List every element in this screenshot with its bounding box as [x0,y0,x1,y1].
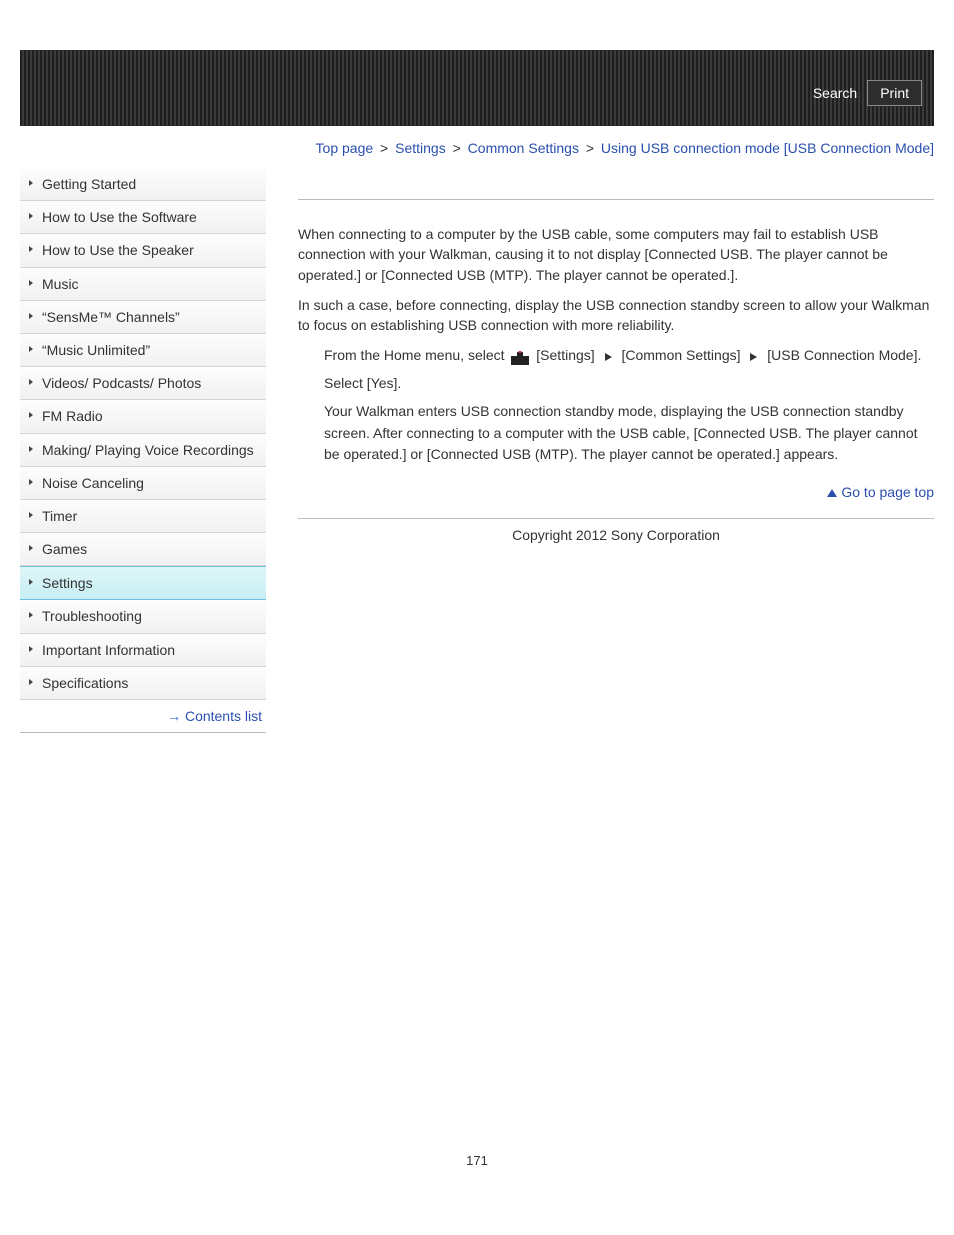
sidebar-item-getting-started[interactable]: Getting Started [20,168,266,201]
sidebar-item-sensme[interactable]: “SensMe™ Channels” [20,301,266,334]
breadcrumb-sep: > [380,140,388,156]
settings-icon [511,350,529,364]
sidebar-item-specifications[interactable]: Specifications [20,667,266,700]
intro-paragraph-2: In such a case, before connecting, displ… [298,295,934,336]
step-1-text-b: [Settings] [536,347,598,363]
sidebar-item-timer[interactable]: Timer [20,500,266,533]
step-2: Select [Yes]. [324,373,934,395]
goto-top-wrap: Go to page top [298,484,934,500]
page-number: 171 [20,1153,934,1168]
sidebar-item-settings[interactable]: Settings [20,566,266,600]
step-1-text-d: [USB Connection Mode]. [767,347,921,363]
step-1: From the Home menu, select [Settings] [C… [324,345,934,367]
sidebar-item-music-unlimited[interactable]: “Music Unlimited” [20,334,266,367]
sidebar: Getting Started How to Use the Software … [20,126,266,733]
steps: From the Home menu, select [Settings] [C… [298,345,934,465]
sidebar-item-troubleshooting[interactable]: Troubleshooting [20,600,266,633]
sidebar-item-how-to-use-speaker[interactable]: How to Use the Speaker [20,234,266,267]
search-link[interactable]: Search [813,85,857,101]
step-1-text-a: From the Home menu, select [324,347,508,363]
breadcrumb-sep: > [453,140,461,156]
header-actions: Search Print [813,80,922,106]
sidebar-item-fm-radio[interactable]: FM Radio [20,400,266,433]
sidebar-item-voice-recordings[interactable]: Making/ Playing Voice Recordings [20,434,266,467]
contents-list-link[interactable]: Contents list [167,708,262,724]
breadcrumb-common-settings[interactable]: Common Settings [468,140,579,156]
goto-top-link[interactable]: Go to page top [827,484,934,500]
breadcrumb: Top page > Settings > Common Settings > … [298,138,934,159]
breadcrumb-settings[interactable]: Settings [395,140,446,156]
step-1-text-c: [Common Settings] [621,347,744,363]
breadcrumb-current: Using USB connection mode [USB Connectio… [601,140,934,156]
breadcrumb-top[interactable]: Top page [316,140,374,156]
sidebar-item-music[interactable]: Music [20,268,266,301]
breadcrumb-sep: > [586,140,594,156]
arrow-right-icon [605,353,612,361]
sidebar-item-important-information[interactable]: Important Information [20,634,266,667]
copyright: Copyright 2012 Sony Corporation [298,525,934,583]
intro-paragraph-1: When connecting to a computer by the USB… [298,224,934,285]
print-button[interactable]: Print [867,80,922,106]
footer-divider [298,518,934,519]
sidebar-item-videos-podcasts-photos[interactable]: Videos/ Podcasts/ Photos [20,367,266,400]
sidebar-item-noise-canceling[interactable]: Noise Canceling [20,467,266,500]
main-content: Top page > Settings > Common Settings > … [266,126,934,583]
step-2-detail: Your Walkman enters USB connection stand… [324,401,934,466]
sidebar-item-how-to-use-software[interactable]: How to Use the Software [20,201,266,234]
header-bar: Search Print [20,50,934,126]
divider [298,199,934,200]
arrow-right-icon [750,353,757,361]
contents-list-wrap: Contents list [20,700,266,733]
sidebar-item-games[interactable]: Games [20,533,266,566]
